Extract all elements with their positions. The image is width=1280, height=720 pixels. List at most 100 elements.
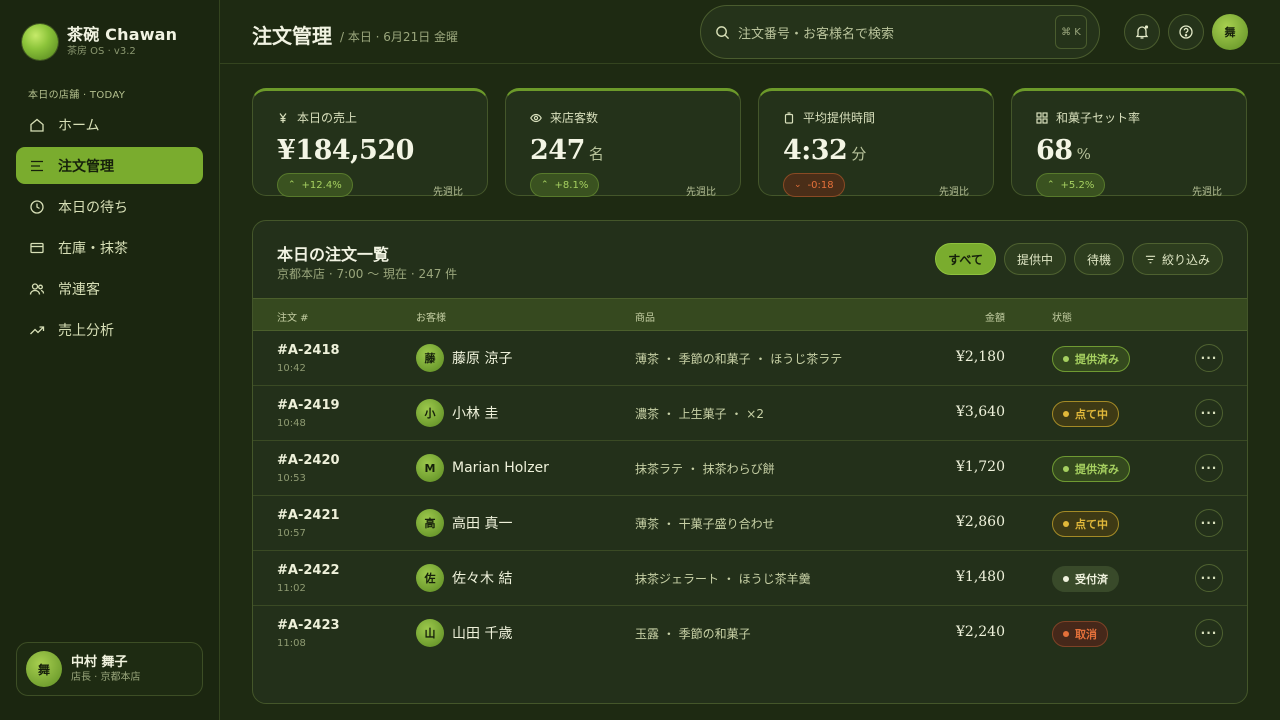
order-amount: ¥3,640 <box>956 404 1005 420</box>
order-time: 10:53 <box>277 473 306 484</box>
kpi-label: 本日の売上 <box>297 111 358 125</box>
status-label: 提供済み <box>1075 353 1119 366</box>
order-items: 薄茶 ・ 干菓子盛り合わせ <box>635 517 775 531</box>
table-row[interactable]: #A-2419 10:48 小小林 圭 濃茶 ・ 上生菓子 ・ ×2 ¥3,64… <box>253 386 1247 441</box>
kpi-value: 4:32 <box>783 135 848 166</box>
order-id: #A-2422 <box>277 563 340 578</box>
search-icon <box>715 25 730 40</box>
filter-all[interactable]: すべて <box>935 243 996 275</box>
order-items: 抹茶ラテ ・ 抹茶わらび餅 <box>635 462 775 476</box>
column-header: 金額 <box>985 313 1005 324</box>
status-label: 点て中 <box>1075 408 1108 421</box>
logo-icon <box>22 24 58 60</box>
notifications-button[interactable] <box>1124 14 1160 50</box>
kpi-label: 平均提供時間 <box>803 111 876 125</box>
table-row[interactable]: #A-2418 10:42 藤藤原 涼子 薄茶 ・ 季節の和菓子 ・ ほうじ茶ラ… <box>253 331 1247 386</box>
filter-group: すべて 提供中 待機 絞り込み <box>927 243 1223 275</box>
more-options-button[interactable]: ··· <box>1195 454 1223 482</box>
eye-icon <box>530 112 544 124</box>
order-id: #A-2421 <box>277 508 340 523</box>
sidebar-nav: ホーム 注文管理 本日の待ち 在庫・抹茶 常連客 売上分析 <box>16 106 203 352</box>
sidebar-item-analytics[interactable]: 売上分析 <box>16 311 203 348</box>
filter-waiting[interactable]: 待機 <box>1073 243 1124 275</box>
header: 注文管理 / 本日 · 6月21日 金曜 注文番号・お客様名で検索 ⌘ K 舞 <box>220 0 1280 64</box>
brand[interactable]: 茶碗 Chawan 茶房 OS · v3.2 <box>22 24 177 60</box>
kpi-card-sales: 本日の売上 ¥184,520 ⌃ +12.4% 先週比 <box>252 88 488 198</box>
arrow-up-icon: ⌃ <box>1047 180 1055 190</box>
order-items: 濃茶 ・ 上生菓子 ・ ×2 <box>635 407 764 421</box>
delta-value: -0:18 <box>807 179 834 191</box>
avatar: 小 <box>416 399 444 427</box>
profile-avatar[interactable]: 舞 <box>1212 14 1248 50</box>
order-items: 薄茶 ・ 季節の和菓子 ・ ほうじ茶ラテ <box>635 352 843 366</box>
order-items: 抹茶ジェラート ・ ほうじ茶羊羹 <box>635 572 811 586</box>
table-row[interactable]: #A-2423 11:08 山山田 千歳 玉露 ・ 季節の和菓子 ¥2,240 … <box>253 606 1247 661</box>
avatar: 佐 <box>416 564 444 592</box>
arrow-up-icon: ⌃ <box>541 180 549 190</box>
filter-refine-label: 絞り込み <box>1161 252 1210 267</box>
help-button[interactable] <box>1168 14 1204 50</box>
status-badge: 点て中 <box>1052 511 1119 537</box>
sidebar-item-home[interactable]: ホーム <box>16 106 203 143</box>
kpi-label: 和菓子セット率 <box>1056 111 1141 125</box>
arrow-down-icon: ⌄ <box>794 180 802 190</box>
search-input[interactable]: 注文番号・お客様名で検索 ⌘ K <box>700 5 1100 59</box>
order-time: 11:08 <box>277 638 306 649</box>
kpi-unit: 名 <box>588 145 604 163</box>
kpi-value: ¥184,520 <box>277 135 414 166</box>
more-options-button[interactable]: ··· <box>1195 509 1223 537</box>
kpi-value: 68 <box>1036 135 1073 166</box>
delta-badge: ⌃ +8.1% <box>530 173 600 197</box>
filter-refine-button[interactable]: 絞り込み <box>1131 243 1223 275</box>
status-label: 取消 <box>1075 628 1097 641</box>
sidebar-item-regulars[interactable]: 常連客 <box>16 270 203 307</box>
kpi-compare: 先週比 <box>433 187 463 198</box>
column-header: お客様 <box>416 313 446 324</box>
sidebar-item-label: 常連客 <box>58 281 100 298</box>
sidebar-item-waiting[interactable]: 本日の待ち <box>16 188 203 225</box>
shortcut-hint: ⌘ K <box>1055 15 1087 49</box>
sidebar-item-label: 本日の待ち <box>58 199 128 216</box>
order-id: #A-2423 <box>277 618 340 633</box>
more-options-button[interactable]: ··· <box>1195 344 1223 372</box>
avatar: 舞 <box>26 651 62 687</box>
status-label: 受付済 <box>1075 573 1108 586</box>
filter-serving[interactable]: 提供中 <box>1003 243 1066 275</box>
more-icon: ··· <box>1200 406 1218 420</box>
more-options-button[interactable]: ··· <box>1195 399 1223 427</box>
users-icon <box>28 280 46 298</box>
page-subtitle: / 本日 · 6月21日 金曜 <box>340 30 459 44</box>
user-card[interactable]: 舞 中村 舞子 店長 · 京都本店 <box>16 642 203 696</box>
sidebar-item-orders[interactable]: 注文管理 <box>16 147 203 184</box>
order-amount: ¥1,480 <box>956 569 1005 585</box>
customer-name: 藤原 涼子 <box>452 351 513 367</box>
kpi-unit: % <box>1076 145 1091 163</box>
clock-icon <box>28 198 46 216</box>
order-time: 11:02 <box>277 583 306 594</box>
status-badge: 受付済 <box>1052 566 1119 592</box>
table-row[interactable]: #A-2420 10:53 M Marian Holzer 抹茶ラテ ・ 抹茶わら… <box>253 441 1247 496</box>
kpi-value: 247 <box>530 135 585 166</box>
more-options-button[interactable]: ··· <box>1195 619 1223 647</box>
column-header: 商品 <box>635 313 655 324</box>
table-row[interactable]: #A-2421 10:57 高高田 真一 薄茶 ・ 干菓子盛り合わせ ¥2,86… <box>253 496 1247 551</box>
status-badge: 提供済み <box>1052 346 1130 372</box>
brand-name: 茶碗 Chawan <box>67 25 178 44</box>
timer-icon <box>783 111 797 124</box>
sidebar-section-label: 本日の店舗 · TODAY <box>28 90 126 101</box>
kpi-compare: 先週比 <box>939 187 969 198</box>
more-icon: ··· <box>1200 516 1218 530</box>
sidebar-item-label: 注文管理 <box>58 158 114 175</box>
table-row[interactable]: #A-2422 11:02 佐佐々木 結 抹茶ジェラート ・ ほうじ茶羊羹 ¥1… <box>253 551 1247 606</box>
order-time: 10:57 <box>277 528 306 539</box>
status-label: 提供済み <box>1075 463 1119 476</box>
more-options-button[interactable]: ··· <box>1195 564 1223 592</box>
sidebar-item-inventory[interactable]: 在庫・抹茶 <box>16 229 203 266</box>
order-amount: ¥1,720 <box>956 459 1005 475</box>
customer-name: 山田 千歳 <box>452 626 513 642</box>
search-placeholder: 注文番号・お客様名で検索 <box>738 26 895 42</box>
status-label: 点て中 <box>1075 518 1108 531</box>
status-badge: 点て中 <box>1052 401 1119 427</box>
user-role: 店長 · 京都本店 <box>71 671 141 683</box>
order-amount: ¥2,180 <box>956 349 1005 365</box>
